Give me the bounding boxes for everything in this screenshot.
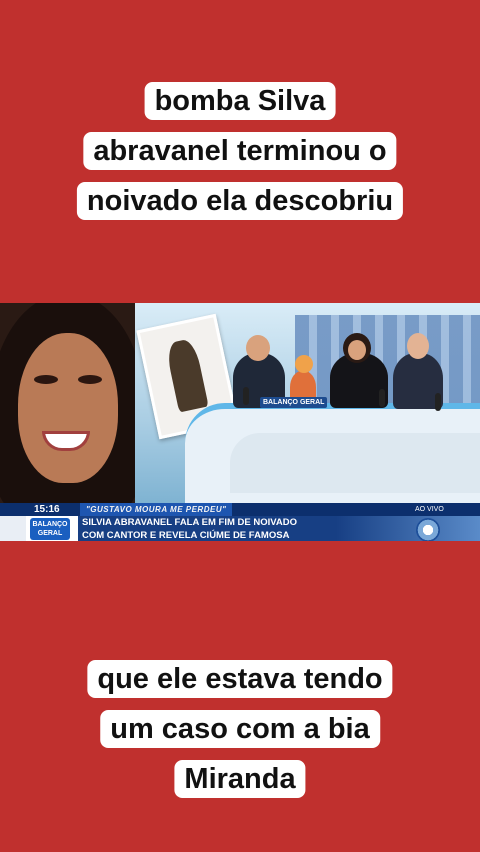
- top-caption-line-1: bomba Silva: [144, 82, 336, 120]
- bottom-caption-line-3: Miranda: [174, 760, 306, 798]
- program-logo: BALANÇO GERAL: [30, 518, 70, 540]
- lower-third-top-bar: [0, 503, 480, 516]
- face-inset-image: [0, 303, 135, 503]
- quote-tag: "GUSTAVO MOURA ME PERDEU": [80, 503, 233, 516]
- top-caption-line-2: abravanel terminou o: [83, 132, 397, 170]
- bottom-caption-line-2: um caso com a bia: [100, 710, 380, 748]
- video-frame[interactable]: BALANÇO GERAL 15:16 "GUSTAVO MOURA ME PE…: [0, 303, 480, 541]
- headline-line-2: COM CANTOR E REVELA CIÚME DE FAMOSA: [82, 530, 290, 541]
- lower-third-right-panel: [336, 516, 480, 541]
- record-tv-logo-icon: [416, 518, 440, 541]
- broadcast-time: 15:16: [34, 504, 60, 515]
- bottom-caption-line-1: que ele estava tendo: [87, 660, 393, 698]
- headline-line-1: SILVIA ABRAVANEL FALA EM FIM DE NOIVADO: [82, 517, 297, 528]
- live-label: AO VIVO: [415, 506, 444, 513]
- top-caption-line-3: noivado ela descobriu: [76, 182, 404, 220]
- desk-sign: BALANÇO GERAL: [260, 397, 328, 408]
- studio-scene: BALANÇO GERAL: [135, 303, 480, 504]
